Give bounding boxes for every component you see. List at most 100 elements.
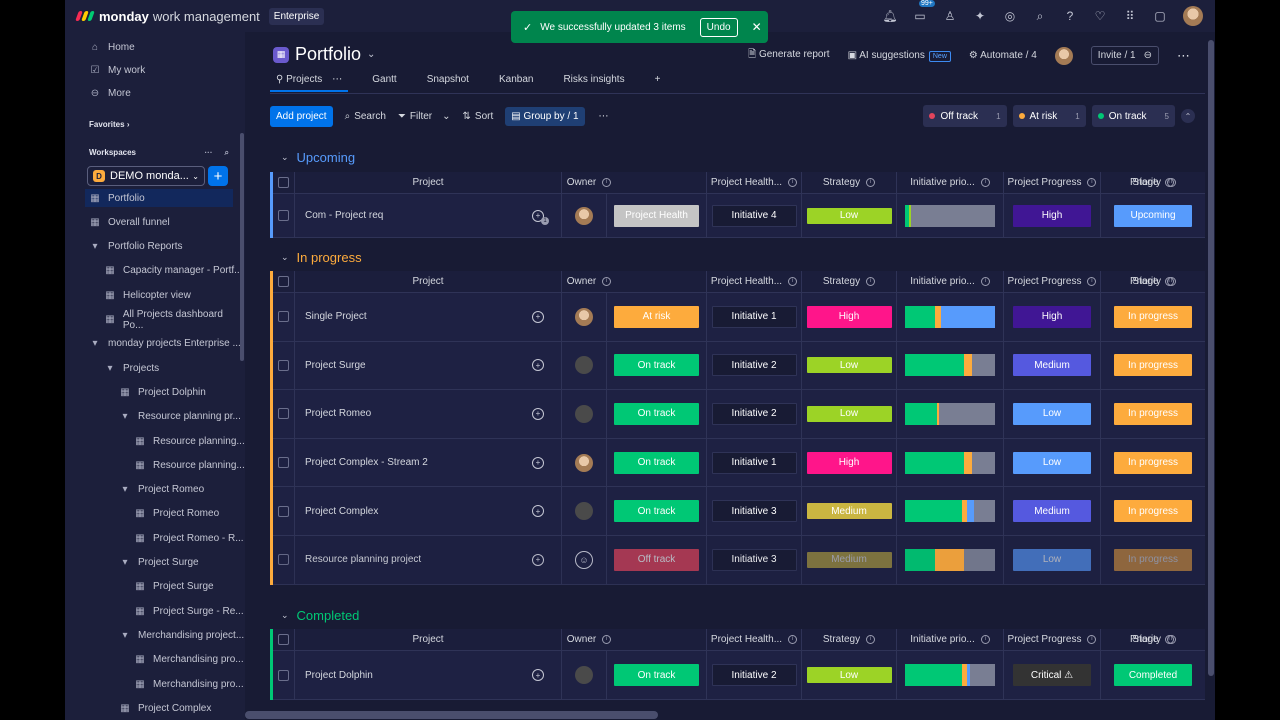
stage-cell[interactable]: In progress [1100, 390, 1205, 438]
project-progress-cell[interactable] [896, 194, 1003, 237]
info-icon[interactable]: i [788, 277, 798, 286]
owner-cell[interactable] [561, 293, 606, 341]
info-icon[interactable]: i [866, 178, 876, 187]
automate-button[interactable]: ⚙︎ Automate / 4 [969, 50, 1037, 61]
group-by-button[interactable]: ▤ Group by / 1 [505, 106, 585, 126]
initiative-priority-cell[interactable]: High [801, 438, 896, 487]
strategy-cell[interactable]: Initiative 2 [706, 341, 801, 390]
info-icon[interactable]: i [866, 635, 876, 644]
project-health-cell[interactable]: On track [606, 487, 706, 535]
filter-button[interactable]: ⏷ Filter ⌄ [398, 111, 451, 122]
tab-gantt[interactable]: Gantt [372, 74, 396, 85]
column-header-project[interactable]: Project [294, 271, 561, 292]
sidebar-tree-item[interactable]: ▾ Resource planning pr... [65, 408, 245, 426]
project-progress-cell[interactable] [896, 390, 1003, 438]
strategy-cell[interactable]: Initiative 3 [706, 487, 801, 535]
sidebar-tree-item[interactable]: ▦ Resource planning... [65, 432, 245, 450]
status-pill-off-track[interactable]: Off track 1 [923, 105, 1007, 127]
table-row[interactable]: Project Complex + On track Initiative 3 Medi… [273, 487, 1205, 536]
invite-button[interactable]: Invite / 1 ⊖ [1090, 46, 1159, 65]
owner-cell[interactable] [561, 390, 606, 438]
table-row[interactable]: Project Romeo + On track Initiative 2 Low Low… [273, 390, 1205, 439]
project-health-cell[interactable]: On track [606, 438, 706, 487]
priority-cell[interactable]: High [1003, 194, 1100, 237]
sidebar-tree-item[interactable]: ▾ Project Surge [65, 554, 245, 572]
project-name-cell[interactable]: Resource planning project + [294, 536, 561, 584]
workspace-select[interactable]: D DEMO monda... ⌄ [87, 166, 205, 186]
sidebar-tree-item[interactable]: ▦ Project Surge - Re... [65, 602, 245, 620]
column-header-project-health[interactable]: Project Health... i [706, 629, 801, 650]
search-icon[interactable]: ⌕ [1033, 9, 1047, 23]
column-header-initiative-prio[interactable]: Initiative prio... i [896, 172, 1003, 193]
group-title-completed[interactable]: ⌄ Completed [281, 608, 359, 623]
horizontal-scrollbar[interactable] [245, 708, 1215, 720]
chevron-down-icon[interactable]: ⌄ [281, 152, 289, 163]
column-header-strategy[interactable]: Strategy i [801, 271, 896, 292]
sidebar-tree-item[interactable]: ▾ Merchandising project... [65, 626, 245, 644]
person-icon[interactable]: ☺ [575, 550, 593, 569]
add-update-icon[interactable]: + [532, 669, 544, 681]
column-header-project-health[interactable]: Project Health... i [706, 172, 801, 193]
column-header-initiative-prio[interactable]: Initiative prio... i [896, 629, 1003, 650]
project-progress-cell[interactable] [896, 487, 1003, 535]
priority-cell[interactable]: Low [1003, 536, 1100, 584]
column-header-strategy[interactable]: Strategy i [801, 172, 896, 193]
column-header-initiative-prio[interactable]: Initiative prio... i [896, 271, 1003, 292]
column-header-stage[interactable]: Stage i [1100, 629, 1205, 650]
more-icon[interactable]: ⋯ [1177, 48, 1190, 64]
add-view-icon[interactable]: + [655, 74, 661, 85]
owner-cell[interactable] [561, 651, 606, 699]
info-icon[interactable]: i [980, 178, 990, 187]
project-name-cell[interactable]: Project Complex - Stream 2 + [294, 438, 561, 487]
initiative-priority-cell[interactable]: Low [801, 390, 896, 438]
tab-snapshot[interactable]: Snapshot [427, 74, 469, 85]
column-header-project-progress[interactable]: Project Progress i [1003, 172, 1100, 193]
initiative-priority-cell[interactable]: Medium [801, 536, 896, 584]
project-name-cell[interactable]: Project Complex + [294, 487, 561, 535]
add-update-icon[interactable]: + [532, 359, 544, 372]
column-header-owner[interactable]: Owner i [561, 271, 616, 292]
priority-cell[interactable]: Low [1003, 390, 1100, 438]
owner-avatar[interactable] [575, 307, 593, 326]
table-row[interactable]: Single Project + At risk Initiative 1 High Hi… [273, 293, 1205, 342]
info-icon[interactable]: i [980, 635, 990, 644]
heart-icon[interactable]: ♡ [1093, 9, 1107, 23]
ai-suggestions-button[interactable]: ▣ AI suggestions New [848, 50, 951, 62]
strategy-cell[interactable]: Initiative 1 [706, 438, 801, 487]
invite-members-icon[interactable]: ♙ [943, 9, 957, 23]
table-row[interactable]: Resource planning project + ☺ Off track Init… [273, 536, 1205, 585]
sidebar-tree-item[interactable]: ▾ monday projects Enterprise ... [65, 335, 245, 353]
priority-cell[interactable]: Medium [1003, 341, 1100, 390]
project-health-cell[interactable]: Off track [606, 536, 706, 584]
project-health-cell[interactable]: Project Health [606, 194, 706, 237]
stage-cell[interactable]: In progress [1100, 536, 1205, 584]
owner-cell[interactable]: ☺ [561, 536, 606, 584]
stage-cell[interactable]: In progress [1100, 487, 1205, 535]
column-header-strategy[interactable]: Strategy i [801, 629, 896, 650]
group-title-in-progress[interactable]: ⌄ In progress [281, 250, 362, 265]
column-header-project-health[interactable]: Project Health... i [706, 271, 801, 292]
strategy-cell[interactable]: Initiative 2 [706, 390, 801, 438]
stage-cell[interactable]: In progress [1100, 293, 1205, 341]
info-icon[interactable]: i [1087, 178, 1097, 187]
row-checkbox[interactable] [278, 311, 289, 323]
project-name-cell[interactable]: Project Dolphin + [294, 651, 561, 699]
row-checkbox[interactable] [278, 457, 289, 469]
sidebar-tree-item[interactable]: ▦ Portfolio [85, 189, 233, 207]
sidebar-item-more[interactable]: ⊖ More [65, 84, 245, 102]
project-name-cell[interactable]: Project Surge + [294, 341, 561, 390]
more-icon[interactable]: ⋯ [332, 74, 342, 85]
strategy-cell[interactable]: Initiative 1 [706, 293, 801, 341]
more-icon[interactable]: ··· [205, 148, 213, 158]
sidebar-scrollbar[interactable] [240, 133, 244, 361]
initiative-priority-cell[interactable]: Medium [801, 487, 896, 535]
info-icon[interactable]: i [1087, 635, 1097, 644]
owner-avatar[interactable] [575, 206, 593, 225]
project-progress-cell[interactable] [896, 341, 1003, 390]
sidebar-tree-item[interactable]: ▦ All Projects dashboard Po... [65, 309, 245, 331]
owner-cell[interactable] [561, 487, 606, 535]
initiative-priority-cell[interactable]: Low [801, 341, 896, 390]
project-progress-cell[interactable] [896, 293, 1003, 341]
chevron-down-icon[interactable]: ⌄ [281, 252, 289, 263]
info-icon[interactable]: i [1087, 277, 1097, 286]
